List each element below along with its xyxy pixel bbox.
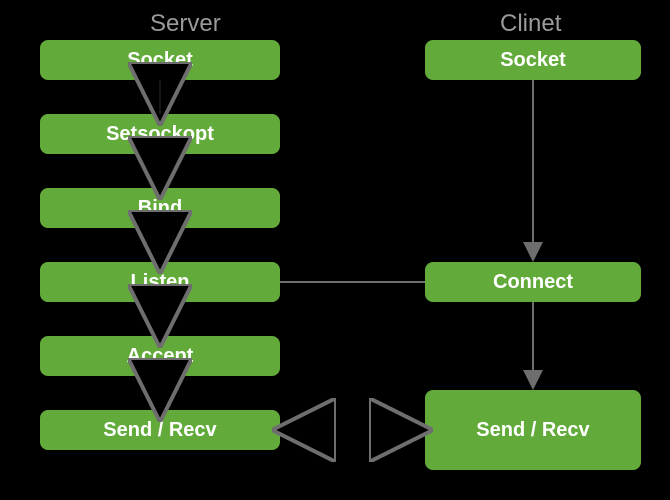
- server-socket-box: Socket: [40, 40, 280, 80]
- server-column-title: Server: [150, 10, 221, 38]
- server-bind-box: Bind: [40, 188, 280, 228]
- client-sendrecv-box: Send / Recv: [425, 390, 641, 470]
- client-column-title: Clinet: [500, 10, 561, 38]
- client-socket-box: Socket: [425, 40, 641, 80]
- server-sendrecv-box: Send / Recv: [40, 410, 280, 450]
- server-accept-box: Accept: [40, 336, 280, 376]
- client-connect-box: Connect: [425, 262, 641, 302]
- server-listen-box: Listen: [40, 262, 280, 302]
- server-setsockopt-box: Setsockopt: [40, 114, 280, 154]
